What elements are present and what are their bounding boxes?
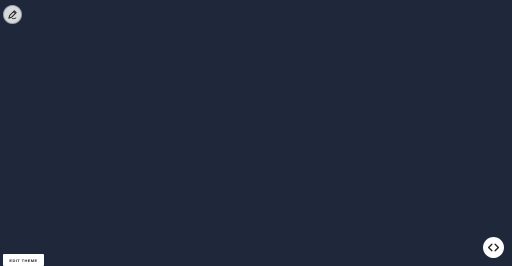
edit-theme-button[interactable]: EDIT THEME (3, 254, 44, 266)
code-brackets-icon (487, 241, 500, 254)
edit-fab-button[interactable] (3, 5, 22, 24)
app-canvas (0, 0, 512, 266)
code-toggle-button[interactable] (483, 237, 504, 258)
edit-theme-label: EDIT THEME (9, 257, 38, 263)
pencil-icon (7, 9, 18, 20)
